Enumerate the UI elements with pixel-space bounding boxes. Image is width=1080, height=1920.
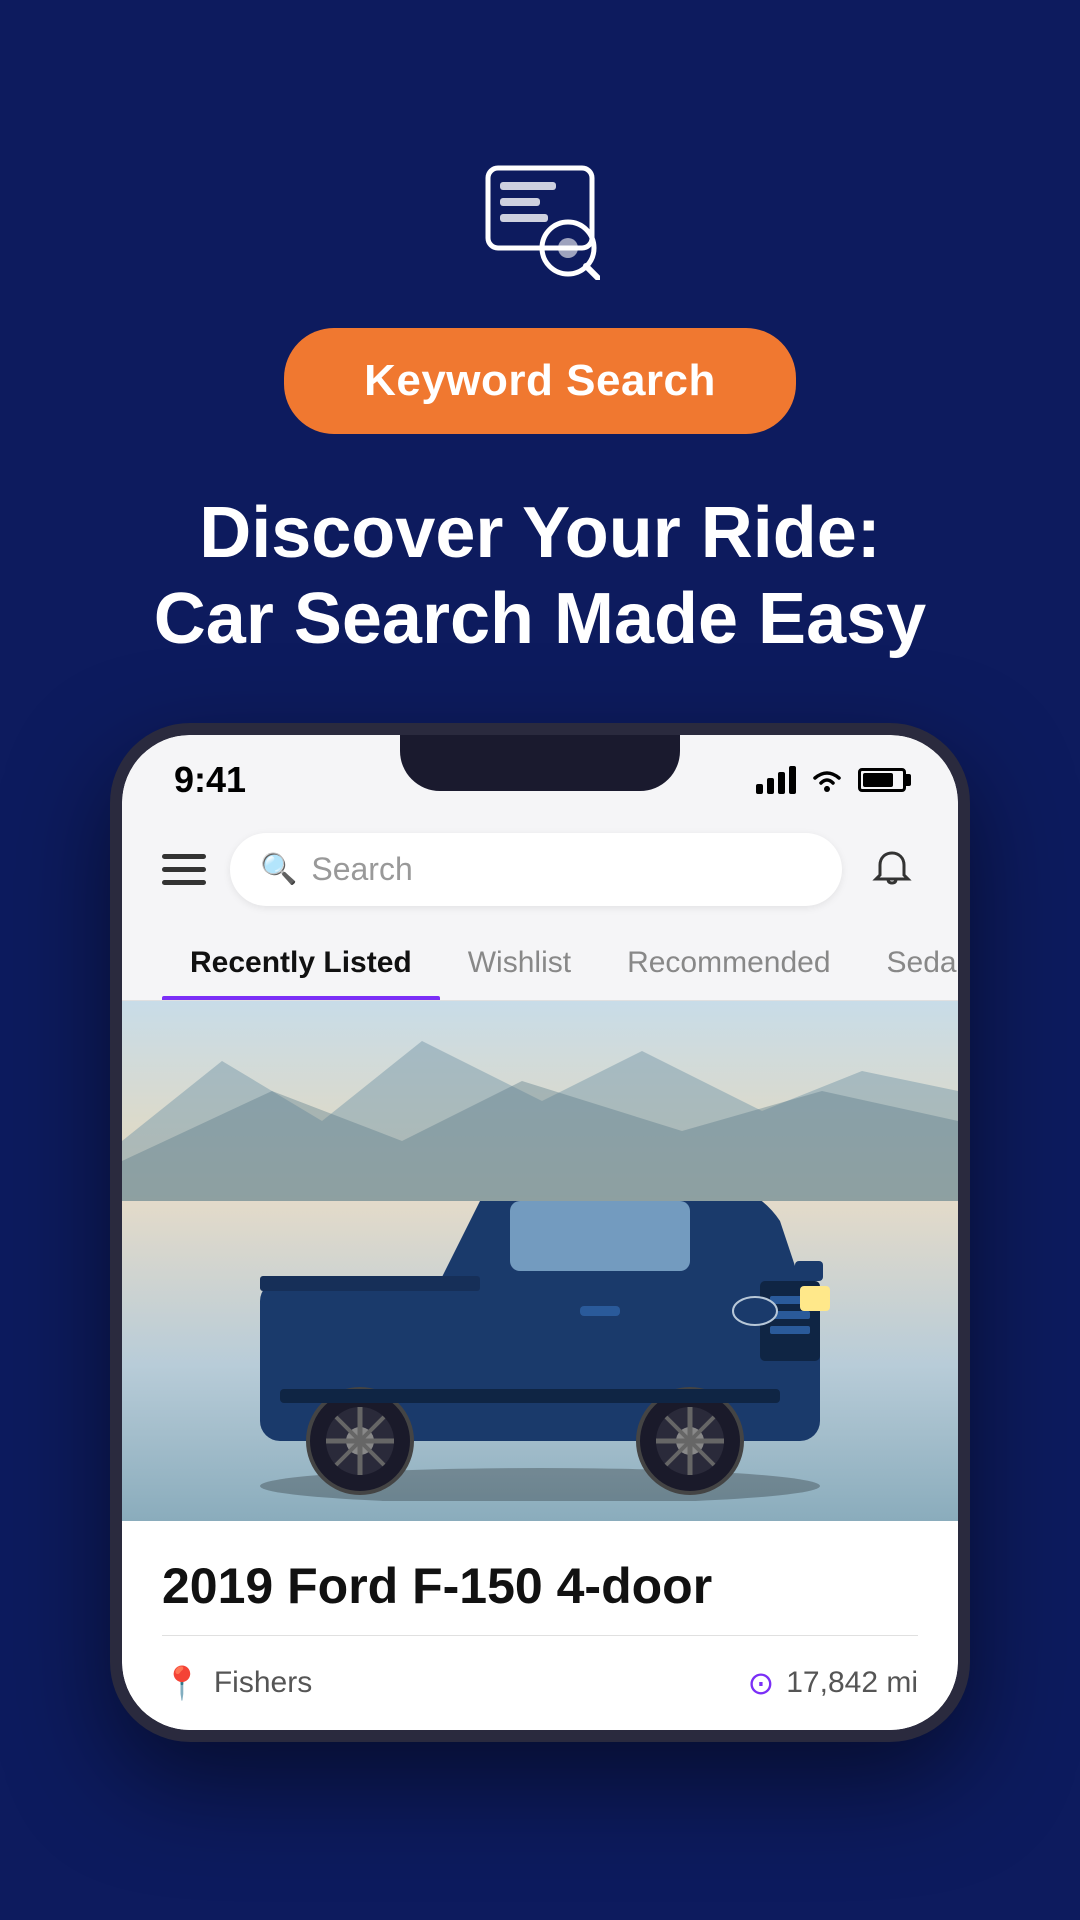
- search-bar[interactable]: 🔍 Search: [230, 833, 842, 906]
- location-pin-icon: 📍: [162, 1664, 202, 1702]
- app-header: 🔍 Search: [122, 813, 958, 926]
- signal-bars-icon: [756, 766, 796, 794]
- tab-sedans[interactable]: Sedans: [859, 926, 958, 1000]
- phone-frame: 9:41: [110, 723, 970, 1742]
- car-divider: [162, 1635, 918, 1636]
- speedometer-icon: ⊙: [747, 1664, 774, 1702]
- keyword-search-button[interactable]: Keyword Search: [284, 328, 796, 434]
- battery-icon: [858, 768, 906, 792]
- phone-screen: 9:41: [122, 735, 958, 1730]
- search-placeholder: Search: [311, 851, 412, 888]
- phone-mockup: 9:41: [110, 723, 970, 1742]
- tab-recommended[interactable]: Recommended: [599, 926, 858, 1000]
- phone-notch: [400, 735, 680, 791]
- hero-section: Keyword Search Discover Your Ride: Car S…: [0, 0, 1080, 723]
- car-mileage-text: 17,842 mi: [786, 1666, 918, 1700]
- status-icons: [756, 766, 906, 794]
- search-icon: 🔍: [260, 852, 297, 887]
- bell-icon[interactable]: [866, 843, 918, 895]
- car-title: 2019 Ford F-150 4-door: [162, 1557, 918, 1615]
- tab-wishlist[interactable]: Wishlist: [440, 926, 599, 1000]
- car-location: 📍 Fishers: [162, 1664, 312, 1702]
- status-time: 9:41: [174, 759, 246, 801]
- tab-recently-listed[interactable]: Recently Listed: [162, 926, 440, 1000]
- hero-title: Discover Your Ride: Car Search Made Easy: [94, 490, 986, 663]
- wifi-icon: [810, 766, 844, 794]
- car-image: [122, 1001, 958, 1521]
- car-location-text: Fishers: [214, 1666, 312, 1700]
- car-listing-info: 2019 Ford F-150 4-door 📍 Fishers ⊙ 17,84…: [122, 1521, 958, 1730]
- tabs-row: Recently Listed Wishlist Recommended Sed…: [122, 926, 958, 1001]
- hamburger-menu-icon[interactable]: [162, 854, 206, 885]
- car-mileage: ⊙ 17,842 mi: [747, 1664, 918, 1702]
- app-icon: [480, 160, 600, 280]
- car-image-background: [122, 1001, 958, 1521]
- car-meta: 📍 Fishers ⊙ 17,842 mi: [162, 1664, 918, 1702]
